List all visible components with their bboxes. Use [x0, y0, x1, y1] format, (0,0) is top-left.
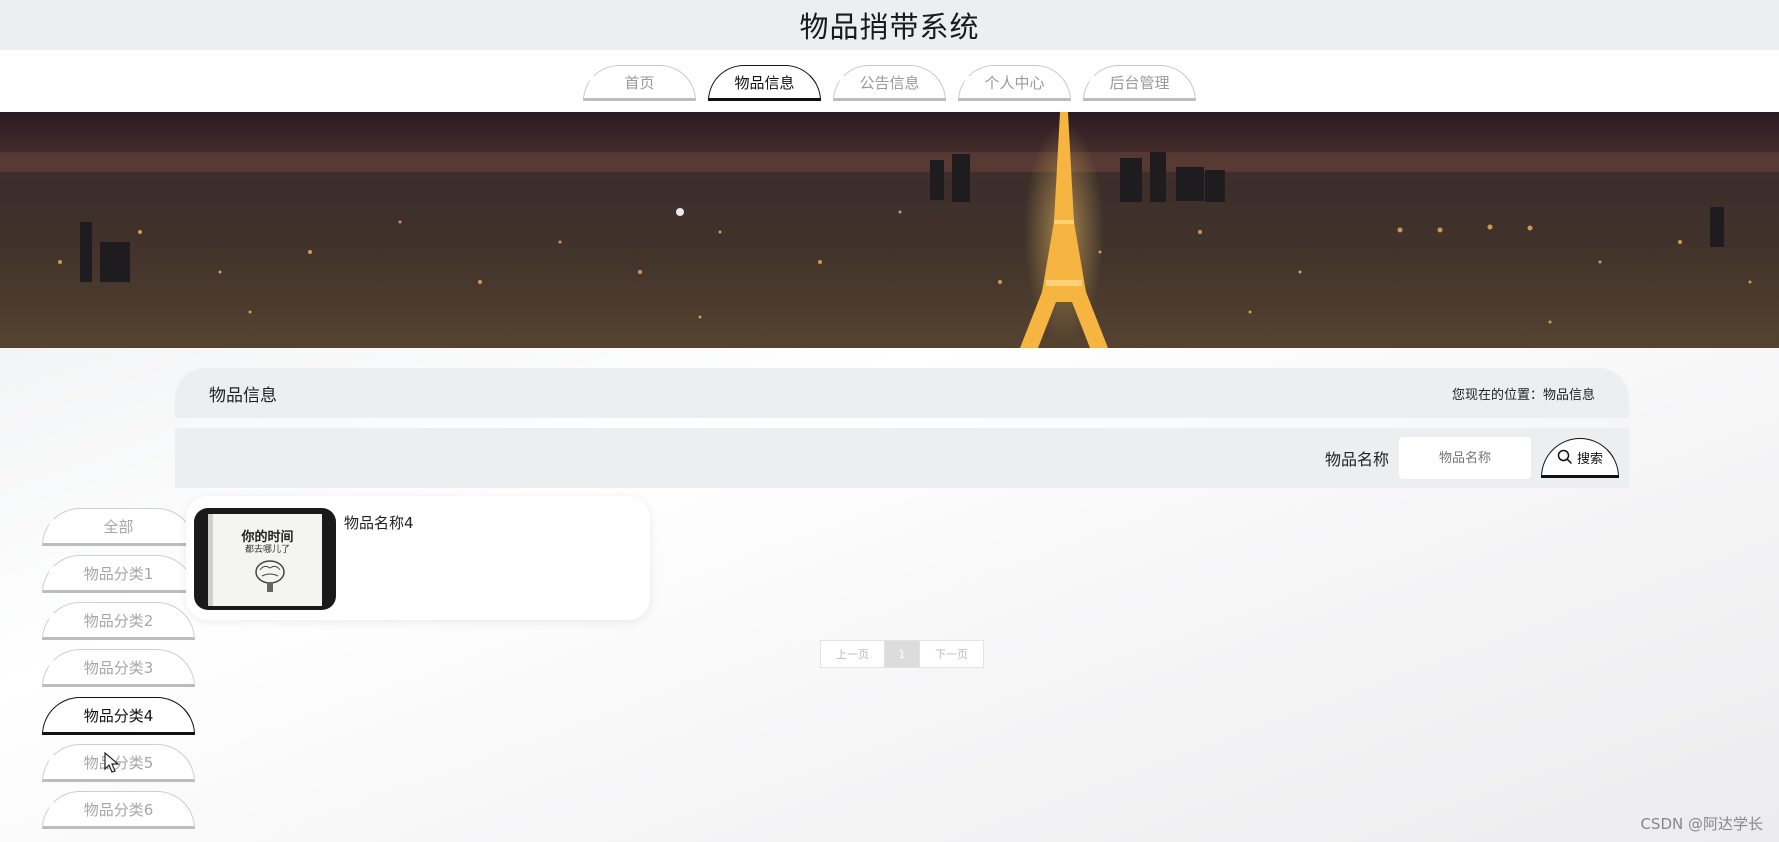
brain-illustration-icon — [255, 560, 285, 592]
nav-item-label: 个人中心 — [984, 73, 1045, 92]
search-label: 物品名称 — [1324, 450, 1389, 469]
nav-item-label: 首页 — [624, 73, 655, 92]
nav-item-home[interactable]: 首页 — [583, 65, 696, 101]
title-bar: 物品捎带系统 — [0, 0, 1779, 50]
mouse-cursor-icon — [104, 752, 120, 773]
item-image[interactable]: 你的时间 都去哪儿了 — [194, 508, 336, 610]
nav-item-label: 后台管理 — [1109, 73, 1170, 92]
prev-page-button[interactable]: 上一页 — [821, 641, 885, 667]
category-label: 全部 — [103, 517, 134, 536]
pagination: 上一页 1 下一页 — [820, 640, 984, 668]
breadcrumb: 您现在的位置：物品信息 — [1451, 387, 1595, 403]
search-icon — [1557, 449, 1573, 465]
book-cover: 你的时间 都去哪儿了 — [208, 514, 322, 606]
nav-item-personal-center[interactable]: 个人中心 — [958, 65, 1071, 101]
section-title: 物品信息 — [209, 385, 277, 406]
app-title: 物品捎带系统 — [799, 10, 980, 44]
search-input[interactable] — [1399, 437, 1531, 479]
section-header: 物品信息 您现在的位置：物品信息 — [175, 368, 1629, 418]
search-button[interactable]: 搜索 — [1541, 438, 1619, 478]
category-3[interactable]: 物品分类3 — [42, 649, 195, 687]
search-button-label: 搜索 — [1576, 451, 1603, 467]
category-4[interactable]: 物品分类4 — [42, 697, 195, 735]
nav-item-admin[interactable]: 后台管理 — [1083, 65, 1196, 101]
nav-item-item-info[interactable]: 物品信息 — [708, 65, 821, 101]
category-6[interactable]: 物品分类6 — [42, 791, 195, 829]
category-all[interactable]: 全部 — [42, 508, 195, 546]
page-number-button[interactable]: 1 — [885, 641, 919, 667]
category-label: 物品分类3 — [83, 658, 154, 677]
nav-item-label: 公告信息 — [859, 73, 920, 92]
watermark: CSDN @阿达学长 — [1640, 815, 1763, 833]
nav-item-announcements[interactable]: 公告信息 — [833, 65, 946, 101]
city-skyline-illustration — [0, 112, 1779, 348]
nav-item-label: 物品信息 — [734, 73, 795, 92]
search-bar: 物品名称 搜索 — [175, 428, 1629, 488]
category-2[interactable]: 物品分类2 — [42, 602, 195, 640]
category-label: 物品分类2 — [83, 611, 154, 630]
category-label: 物品分类6 — [83, 800, 154, 819]
item-card[interactable]: 你的时间 都去哪儿了 物品名称4 — [186, 496, 650, 620]
category-label: 物品分类1 — [83, 564, 154, 583]
category-label: 物品分类4 — [83, 706, 154, 725]
main-nav: 首页 物品信息 公告信息 个人中心 后台管理 — [0, 50, 1779, 112]
category-1[interactable]: 物品分类1 — [42, 555, 195, 593]
book-cover-subtitle: 都去哪儿了 — [244, 545, 290, 555]
item-name[interactable]: 物品名称4 — [344, 512, 414, 533]
banner-image — [0, 112, 1779, 348]
next-page-button[interactable]: 下一页 — [919, 641, 983, 667]
